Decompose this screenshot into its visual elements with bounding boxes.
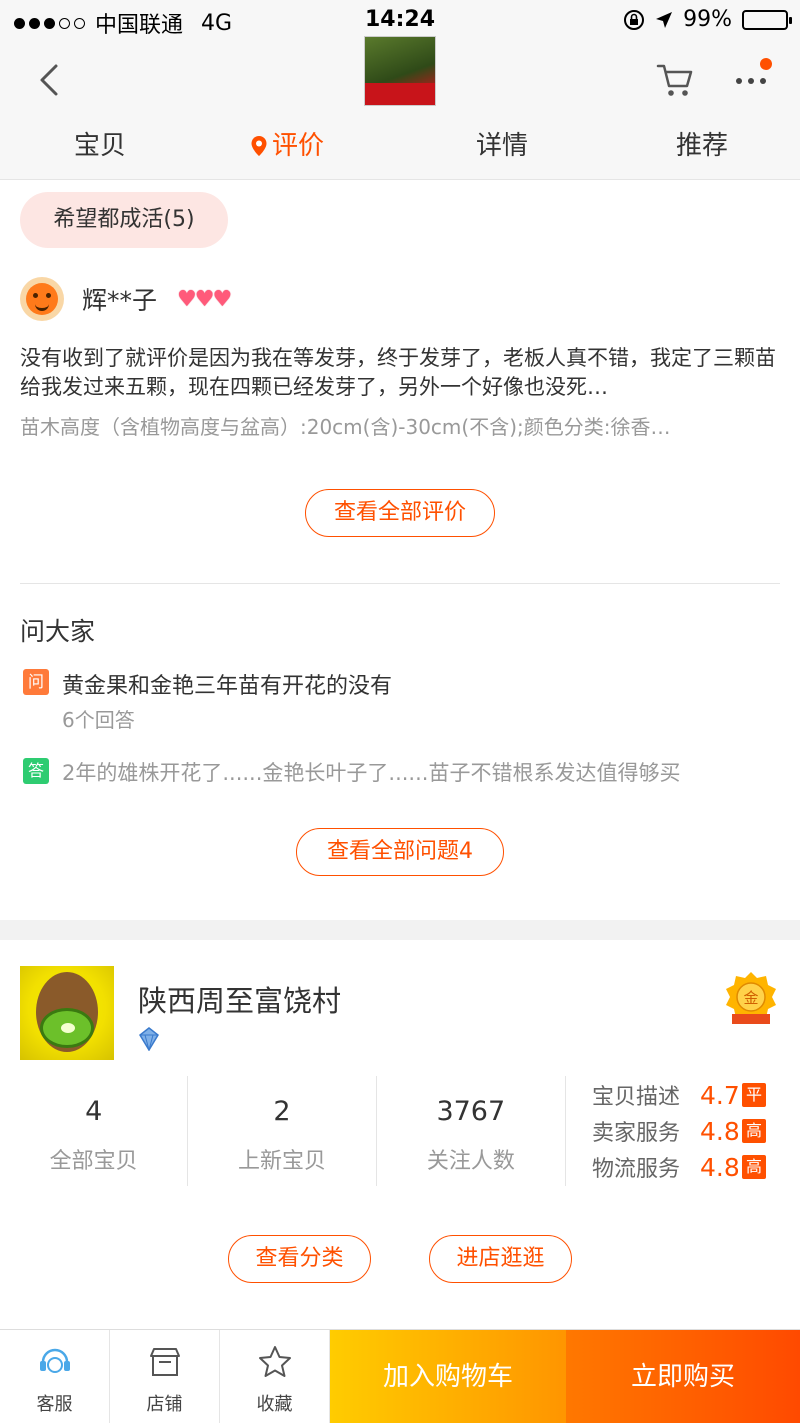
tab-label: 详情 [476,131,529,161]
product-thumbnail[interactable] [364,36,436,106]
shop-button[interactable]: 店铺 [110,1330,220,1423]
stat-followers: 3767 关注人数 [377,1076,565,1186]
avatar [20,277,64,321]
tab-label: 推荐 [676,131,729,161]
gold-seller-medal-icon: 金 [726,972,776,1024]
rating-value: 4.7 [700,1080,740,1110]
stat-all-items[interactable]: 4 全部宝贝 [0,1076,189,1186]
notification-dot [760,58,772,70]
star-icon [258,1346,291,1377]
bottom-bar-label: 收藏 [256,1394,293,1415]
review-tag-chip[interactable]: 希望都成活(5) [20,192,228,248]
question-badge-icon: 问 [23,669,49,695]
question-text[interactable]: 黄金果和金艳三年苗有开花的没有 [62,668,392,700]
ask-section-title: 问大家 [20,617,96,646]
rating-label: 卖家服务 [592,1121,681,1146]
view-all-reviews-button[interactable]: 查看全部评价 [305,489,495,537]
diamond-badge-icon [139,1027,159,1051]
store-icon [149,1348,180,1376]
buy-now-button[interactable]: 立即购买 [566,1330,800,1423]
rating-row-logistics: 物流服务 4.8 高 [592,1149,782,1185]
customer-service-icon [39,1348,70,1373]
battery-icon [742,9,792,30]
answer-count: 6个回答 [62,708,135,732]
section-divider [20,583,780,584]
back-icon[interactable] [30,60,70,100]
medal-text: 金 [743,989,758,1007]
stat-label: 全部宝贝 [49,1149,138,1174]
bottom-action-bar: 客服 店铺 收藏 加入购物车 立即购买 [0,1329,800,1423]
view-categories-button[interactable]: 查看分类 [228,1235,371,1283]
shop-stats: 4 全部宝贝 2 上新宝贝 3767 关注人数 [0,1076,565,1186]
tab-bar: 宝贝 评价 详情 推荐 [0,124,800,168]
rating-level-badge: 高 [742,1155,766,1179]
answer-badge-icon: 答 [23,758,49,784]
more-icon[interactable] [732,58,772,96]
stat-new-items[interactable]: 2 上新宝贝 [188,1076,377,1186]
rating-row-service: 卖家服务 4.8 高 [592,1113,782,1149]
shop-name[interactable]: 陕西周至富饶村 [138,978,341,1020]
rating-label: 物流服务 [592,1157,681,1182]
rating-row-description: 宝贝描述 4.7 平 [592,1077,782,1113]
bottom-bar-label: 客服 [36,1394,73,1415]
rating-label: 宝贝描述 [592,1085,681,1110]
stat-label: 上新宝贝 [237,1149,326,1174]
reviewer-level-hearts-icon: ♥ ♥ ♥ [177,286,233,312]
reviewer-row: 辉**子 ♥ ♥ ♥ [20,276,233,322]
tab-label: 宝贝 [74,131,127,161]
rotation-lock-icon [624,9,645,30]
shop-logo[interactable] [20,966,114,1060]
customer-service-button[interactable]: 客服 [0,1330,110,1423]
tab-product[interactable]: 宝贝 [74,124,126,168]
rating-level-badge: 平 [742,1083,766,1107]
rating-value: 4.8 [700,1152,740,1182]
stat-value: 2 [273,1096,291,1127]
answer-text: 2年的雄株开花了......金艳长叶子了......苗子不错根系发达值得够买 [62,761,681,785]
review-text[interactable]: 没有收到了就评价是因为我在等发芽，终于发芽了，老板人真不错，我定了三颗苗给我发过… [20,344,780,402]
cart-icon[interactable] [654,58,696,100]
battery-percent: 99% [683,7,732,32]
tab-recommend[interactable]: 推荐 [676,124,728,168]
rating-value: 4.8 [700,1116,740,1146]
favorite-button[interactable]: 收藏 [220,1330,330,1423]
tab-reviews[interactable]: 评价 [250,124,324,168]
view-all-questions-button[interactable]: 查看全部问题4 [296,828,504,876]
location-icon [656,11,673,28]
rating-level-badge: 高 [742,1119,766,1143]
status-bar: 中国联通 4G 14:24 99% [0,0,800,40]
enter-shop-button[interactable]: 进店逛逛 [429,1235,572,1283]
tab-label: 评价 [272,131,325,161]
tab-details[interactable]: 详情 [476,124,528,168]
add-to-cart-button[interactable]: 加入购物车 [330,1330,566,1423]
stat-label: 关注人数 [426,1149,515,1174]
stats-divider [565,1076,566,1186]
section-gap [0,920,800,940]
stat-value: 4 [85,1096,103,1127]
review-spec: 苗木高度（含植物高度与盆高）:20cm(含)-30cm(不含);颜色分类:徐香… [20,415,671,439]
top-nav: 宝贝 评价 详情 推荐 [0,36,800,180]
stat-value: 3767 [436,1096,506,1127]
location-pin-icon [251,136,267,156]
product-page: 中国联通 4G 14:24 99% 宝贝 评价 详情 推荐 希望都成活(5) 辉… [0,0,800,1423]
status-right: 99% [623,7,792,32]
shop-ratings: 宝贝描述 4.7 平 卖家服务 4.8 高 物流服务 4.8 高 [592,1077,782,1185]
bottom-bar-label: 店铺 [146,1394,183,1415]
reviewer-name: 辉**子 [82,286,158,315]
